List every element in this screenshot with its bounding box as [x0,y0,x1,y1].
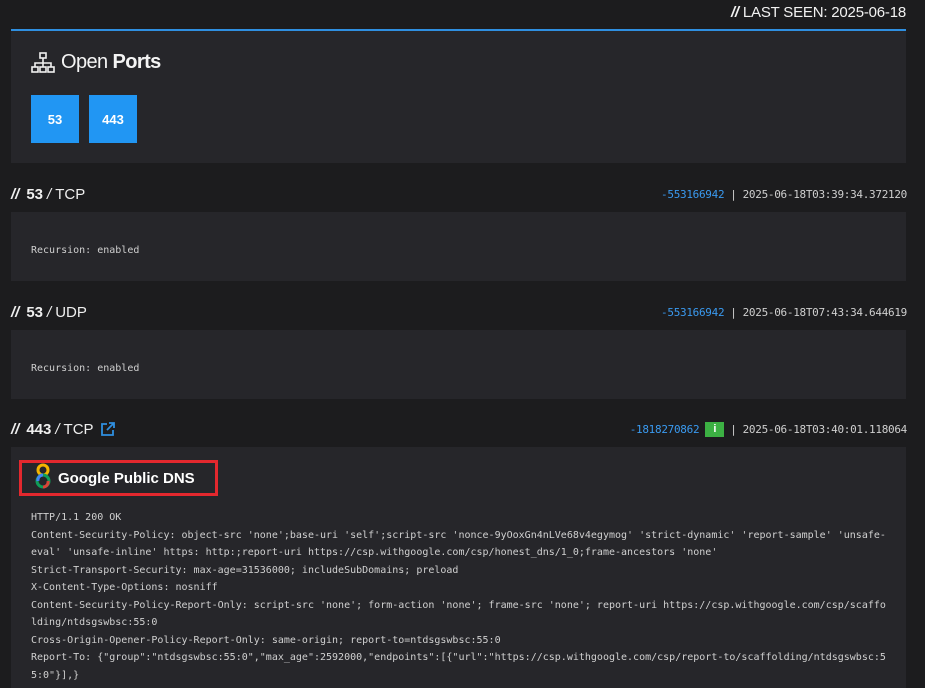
http-line: Content-Security-Policy: object-src 'non… [31,529,886,559]
service-port: 53 [26,185,44,203]
service-banner-53-tcp: Recursion: enabled [11,212,906,281]
service-proto: UDP [55,303,87,321]
banner-line: Recursion: enabled [31,245,140,256]
service-sep: / [55,420,60,438]
service-header-53-udp: // 53 / UDP -553166942 | 2025-06-18T07:4… [11,300,907,324]
product-name: Google Public DNS [58,469,195,487]
last-seen-prefix: // [730,4,739,21]
service-title: // 53 / TCP [11,186,85,203]
service-proto: TCP [63,420,94,438]
service-port: 53 [26,303,44,321]
service-meta: -553166942 | 2025-06-18T03:39:34.372120 [661,188,907,201]
port-button-443[interactable]: 443 [89,95,137,143]
google-dns-logo-icon [34,463,52,494]
service-hash-link[interactable]: -1818270862 [630,423,700,436]
service-meta: -553166942 | 2025-06-18T07:43:34.644619 [661,306,907,319]
service-title: // 53 / UDP [11,304,87,321]
http-line: Strict-Transport-Security: max-age=31536… [31,564,459,576]
service-header-53-tcp: // 53 / TCP -553166942 | 2025-06-18T03:3… [11,182,907,206]
service-prefix: // [11,303,20,321]
meta-divider: | [730,305,737,319]
product-tag: Google Public DNS [19,460,218,496]
service-meta: -1818270862 i | 2025-06-18T03:40:01.1180… [630,421,908,437]
service-timestamp: 2025-06-18T03:39:34.372120 [742,187,908,201]
meta-divider: | [730,422,737,436]
open-ports-card: Open Ports 53 443 [11,29,906,163]
http-line: Content-Security-Policy-Report-Only: scr… [31,599,886,629]
service-timestamp: 2025-06-18T07:43:34.644619 [742,305,908,319]
open-ports-title: Open Ports [31,51,161,74]
http-line: X-Content-Type-Options: nosniff [31,582,218,593]
service-banner-53-udp: Recursion: enabled [11,330,906,399]
service-hash-link[interactable]: -553166942 [661,306,725,319]
service-sep: / [47,303,52,321]
banner-line: Recursion: enabled [31,363,140,374]
info-icon[interactable]: i [705,421,725,437]
http-banner: HTTP/1.1 200 OK Content-Security-Policy:… [31,509,891,684]
service-proto: TCP [55,185,86,203]
service-prefix: // [11,185,20,203]
service-title: // 443 / TCP [11,421,116,438]
service-port: 443 [26,420,52,438]
service-prefix: // [11,420,20,438]
meta-divider: | [730,187,737,201]
service-hash-link[interactable]: -553166942 [661,188,725,201]
http-line: Cross-Origin-Opener-Policy-Report-Only: … [31,634,501,646]
open-ports-title-light: Open [61,51,108,73]
last-seen-label: //LAST SEEN: 2025-06-18 [731,4,906,21]
open-ports-title-bold: Ports [112,51,162,73]
network-icon [31,51,55,73]
service-timestamp: 2025-06-18T03:40:01.118064 [742,422,908,436]
port-button-53[interactable]: 53 [31,95,79,143]
service-sep: / [47,185,52,203]
http-line: Report-To: {"group":"ntdsgswbsc:55:0","m… [31,652,886,681]
last-seen-text: LAST SEEN: 2025-06-18 [742,4,906,21]
external-link-icon[interactable] [100,421,116,437]
http-line: HTTP/1.1 200 OK [31,512,122,523]
service-header-443-tcp: // 443 / TCP -1818270862 i | 2025-06-18T… [11,417,907,441]
